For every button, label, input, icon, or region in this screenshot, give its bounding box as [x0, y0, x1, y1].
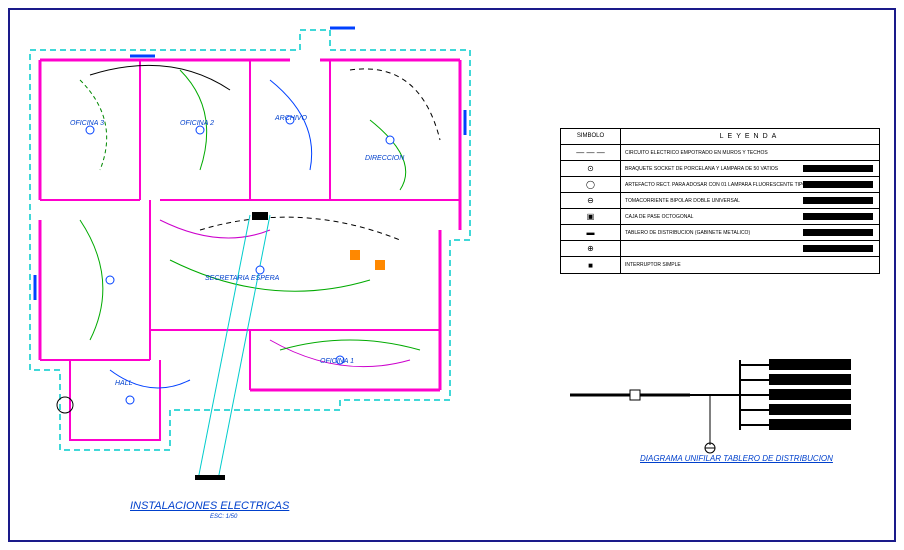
- legend-symbol: ▬: [561, 225, 621, 240]
- legend-row: ▬TABLERO DE DISTRIBUCION (GABINETE METAL…: [561, 225, 879, 241]
- legend-bar: [803, 165, 873, 172]
- floorplan-area: OFICINA 3 OFICINA 2 ARCHIVO DIRECCION SE…: [20, 20, 480, 480]
- room-label-secretaria: SECRETARIA ESPERA: [205, 275, 279, 282]
- legend-row: ⊖TOMACORRIENTE BIPOLAR DOBLE UNIVERSAL: [561, 193, 879, 209]
- legend-desc: INTERRUPTOR SIMPLE: [621, 257, 879, 273]
- legend-bar: [803, 229, 873, 236]
- legend-header-symbol: SIMBOLO: [561, 129, 621, 144]
- room-label-oficina3: OFICINA 3: [70, 120, 104, 127]
- room-label-oficina2: OFICINA 2: [180, 120, 214, 127]
- legend-box: SIMBOLO LEYENDA — — —CIRCUITO ELECTRICO …: [560, 128, 880, 274]
- legend-bar: [803, 245, 873, 252]
- legend-bar: [803, 197, 873, 204]
- legend-symbol: ◯: [561, 177, 621, 192]
- legend-desc: TABLERO DE DISTRIBUCION (GABINETE METALI…: [621, 225, 879, 240]
- legend-header: SIMBOLO LEYENDA: [561, 129, 879, 145]
- legend-symbol: ▣: [561, 209, 621, 224]
- plan-scale: ESC: 1/50: [210, 514, 237, 520]
- legend-row: ⊙BRAQUETE SOCKET DE PORCELANA Y LAMPARA …: [561, 161, 879, 177]
- legend-symbol: ⊖: [561, 193, 621, 208]
- legend-symbol: ■: [561, 257, 621, 273]
- legend-desc: CAJA DE PASE OCTOGONAL: [621, 209, 879, 224]
- room-label-archivo: ARCHIVO: [275, 115, 307, 122]
- room-label-direccion: DIRECCION: [365, 155, 404, 162]
- diagram-title: DIAGRAMA UNIFILAR TABLERO DE DISTRIBUCIO…: [640, 454, 833, 463]
- legend-symbol: ⊕: [561, 241, 621, 256]
- legend-desc: BRAQUETE SOCKET DE PORCELANA Y LAMPARA D…: [621, 161, 879, 176]
- legend-bar: [803, 213, 873, 220]
- legend-desc: CIRCUITO ELECTRICO EMPOTRADO EN MUROS Y …: [621, 145, 879, 160]
- legend-row: ■INTERRUPTOR SIMPLE: [561, 257, 879, 273]
- legend-row: ▣CAJA DE PASE OCTOGONAL: [561, 209, 879, 225]
- diagram-svg: [560, 340, 880, 460]
- legend-row: ◯ARTEFACTO RECT. PARA ADOSAR CON 01 LAMP…: [561, 177, 879, 193]
- legend-bar: [803, 181, 873, 188]
- legend-row: ⊕: [561, 241, 879, 257]
- floorplan-svg: [20, 20, 480, 480]
- room-label-hall: HALL: [115, 380, 133, 387]
- legend-desc: [621, 241, 879, 256]
- legend-header-desc: LEYENDA: [621, 129, 879, 144]
- legend-desc: TOMACORRIENTE BIPOLAR DOBLE UNIVERSAL: [621, 193, 879, 208]
- legend-desc: ARTEFACTO RECT. PARA ADOSAR CON 01 LAMPA…: [621, 177, 879, 192]
- legend-row: — — —CIRCUITO ELECTRICO EMPOTRADO EN MUR…: [561, 145, 879, 161]
- plan-title: INSTALACIONES ELECTRICAS: [130, 500, 289, 512]
- legend-symbol: ⊙: [561, 161, 621, 176]
- legend-symbol: — — —: [561, 145, 621, 160]
- room-label-oficina1: OFICINA 1: [320, 358, 354, 365]
